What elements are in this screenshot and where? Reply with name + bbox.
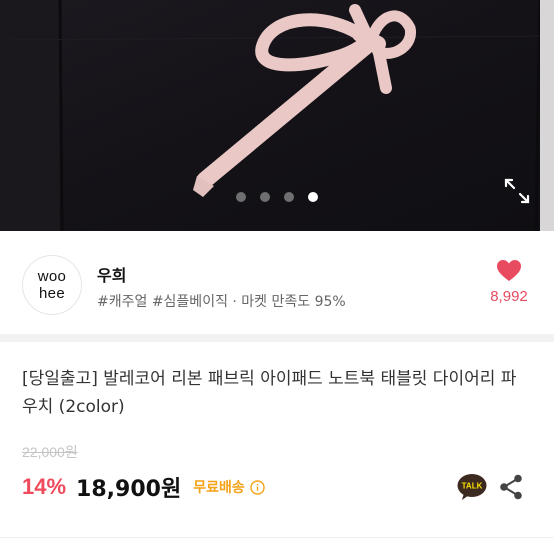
section-divider [0, 334, 554, 342]
shop-logo[interactable]: woo hee [22, 255, 82, 315]
price-row: 14% 18,900원 무료배송 [22, 472, 265, 502]
shop-logo-text-bottom: hee [39, 285, 65, 302]
carousel-indicator[interactable] [0, 192, 554, 202]
info-icon[interactable] [250, 479, 265, 495]
shop-info[interactable]: woo hee 우희 #캐주얼 #심플베이직 · 마켓 만족도 95% 8,99… [0, 231, 554, 334]
expand-icon[interactable] [502, 176, 532, 206]
carousel-dot[interactable] [284, 192, 294, 202]
product-image-carousel[interactable] [0, 0, 554, 231]
kakaotalk-button[interactable]: TALK [457, 473, 487, 501]
bottom-edge [0, 537, 554, 554]
kakaotalk-label: TALK [462, 482, 483, 491]
like-count: 8,992 [490, 288, 528, 305]
share-icon[interactable] [499, 474, 523, 500]
carousel-dot[interactable] [308, 192, 318, 202]
shop-name[interactable]: 우희 [97, 262, 126, 286]
discount-rate: 14% [22, 474, 67, 499]
heart-icon[interactable] [496, 259, 522, 282]
like-button[interactable]: 8,992 [485, 259, 533, 305]
original-price: 22,000원 [22, 444, 78, 460]
product-title: [당일출고] 발레코어 리본 패브릭 아이패드 노트북 태블릿 다이어리 파우치… [22, 369, 517, 417]
carousel-dot[interactable] [260, 192, 270, 202]
carousel-dot[interactable] [236, 192, 246, 202]
sale-price: 18,900원 [76, 477, 182, 502]
shop-logo-text-top: woo [37, 268, 67, 285]
free-shipping-label: 무료배송 [193, 480, 245, 496]
shop-tags: #캐주얼 #심플베이직 · 마켓 만족도 95% [97, 294, 346, 310]
